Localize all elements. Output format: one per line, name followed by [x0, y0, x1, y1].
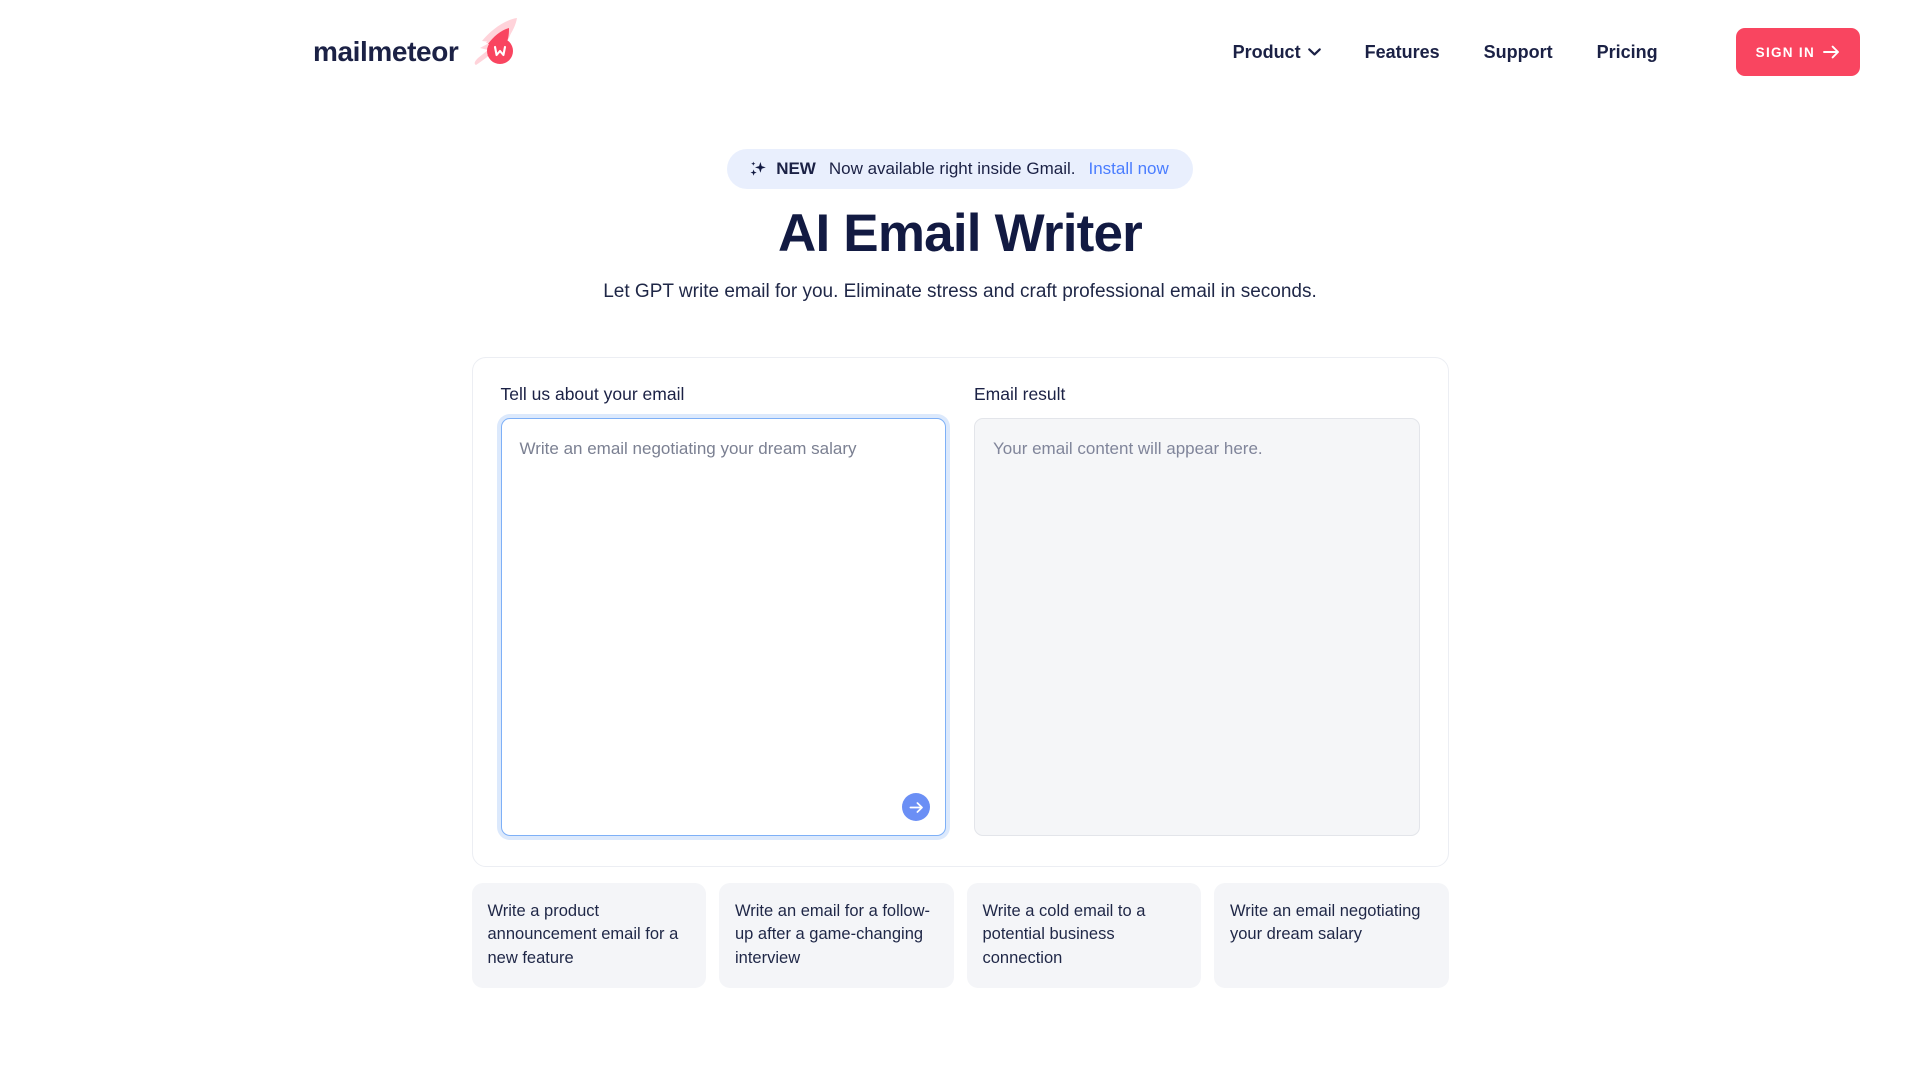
page-subtitle: Let GPT write email for you. Eliminate s…	[603, 281, 1317, 302]
badge-new-tag: NEW	[749, 159, 816, 179]
arrow-right-icon	[909, 801, 923, 813]
email-result-output[interactable]	[974, 418, 1420, 836]
main-nav: Product Features Support Pricing SIGN IN	[1233, 28, 1860, 76]
logo-wordmark: mailmeteor	[313, 36, 459, 67]
sparkles-icon	[750, 161, 766, 176]
result-textarea-wrapper	[974, 418, 1420, 836]
badge-new-label: NEW	[776, 159, 816, 178]
suggestion-card[interactable]: Write an email for a follow-up after a g…	[719, 883, 954, 989]
meteor-logo-icon	[460, 14, 522, 76]
page-title: AI Email Writer	[777, 204, 1143, 263]
input-textarea-wrapper	[500, 418, 946, 836]
input-pane: Tell us about your email	[500, 384, 946, 836]
result-label: Email result	[974, 384, 1066, 404]
nav-item-features[interactable]: Features	[1365, 42, 1440, 63]
nav-item-support[interactable]: Support	[1484, 42, 1553, 63]
nav-item-support-label: Support	[1483, 41, 1553, 62]
generate-submit-button[interactable]	[902, 793, 930, 821]
suggestion-list: Write a product announcement email for a…	[471, 883, 1449, 989]
suggestion-card[interactable]: Write a cold email to a potential busine…	[966, 883, 1201, 989]
nav-item-pricing[interactable]: Pricing	[1597, 42, 1658, 63]
site-header: mailmeteor Product Features Support Pric…	[0, 0, 1920, 104]
email-generator-card: Tell us about your email Email result	[471, 357, 1449, 867]
sign-in-label: SIGN IN	[1755, 44, 1815, 60]
input-label: Tell us about your email	[500, 384, 685, 404]
arrow-right-icon	[1823, 45, 1839, 59]
install-now-link[interactable]: Install now	[1088, 159, 1168, 179]
chevron-down-icon	[1307, 48, 1321, 56]
result-pane: Email result	[974, 384, 1420, 836]
hero-section: NEW Now available right inside Gmail. In…	[0, 149, 1920, 303]
badge-message: Now available right inside Gmail.	[828, 159, 1076, 178]
email-prompt-input[interactable]	[500, 418, 946, 836]
sign-in-button[interactable]: SIGN IN	[1735, 28, 1860, 76]
announcement-badge[interactable]: NEW Now available right inside Gmail. In…	[727, 149, 1193, 189]
suggestion-card[interactable]: Write an email negotiating your dream sa…	[1214, 883, 1449, 989]
nav-item-product[interactable]: Product	[1233, 42, 1321, 63]
logo[interactable]: mailmeteor	[313, 18, 522, 76]
nav-item-pricing-label: Pricing	[1596, 41, 1658, 62]
suggestion-card[interactable]: Write a product announcement email for a…	[471, 883, 706, 989]
nav-item-product-label: Product	[1232, 41, 1301, 62]
nav-item-features-label: Features	[1364, 41, 1440, 62]
